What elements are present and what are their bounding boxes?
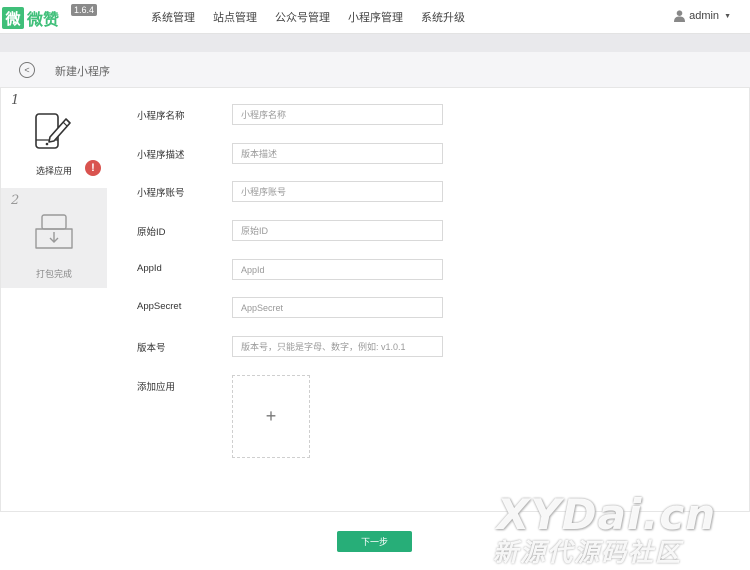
field-label: 版本号 xyxy=(137,343,166,354)
field-label: 小程序账号 xyxy=(137,188,185,199)
step-label: 打包完成 xyxy=(35,269,72,279)
main-panel: 1 选择应用 ! 2 打包完成 小程序名称 小程序名称 小程序描述 版本描述 小… xyxy=(0,88,750,512)
step-sidebar: 1 选择应用 ! 2 打包完成 xyxy=(1,88,108,288)
step-pointer xyxy=(100,130,108,146)
step-select-app[interactable]: 1 选择应用 ! xyxy=(1,88,108,188)
nav-item-mini-program[interactable]: 小程序管理 xyxy=(348,9,403,25)
field-label: 原始ID xyxy=(137,227,166,238)
step-package-done[interactable]: 2 打包完成 xyxy=(1,188,107,288)
back-button[interactable]: < xyxy=(19,62,35,78)
main-nav: 系统管理 站点管理 公众号管理 小程序管理 系统升级 xyxy=(151,0,483,34)
version-badge: 1.6.4 xyxy=(71,4,98,16)
appid-input[interactable] xyxy=(232,259,443,280)
original-id-input[interactable] xyxy=(232,220,443,241)
top-navbar: 微 微赞 1.6.4 系统管理 站点管理 公众号管理 小程序管理 系统升级 ad… xyxy=(0,0,750,34)
header-band xyxy=(0,34,750,52)
step-number: 1 xyxy=(11,93,20,108)
logo[interactable]: 微 微赞 xyxy=(2,7,59,29)
user-menu[interactable]: admin ▼ xyxy=(674,10,731,22)
package-download-icon xyxy=(35,214,73,249)
step-number: 2 xyxy=(11,193,20,208)
nav-item-upgrade[interactable]: 系统升级 xyxy=(421,9,465,25)
page-title: 新建小程序 xyxy=(55,66,110,78)
field-label: 添加应用 xyxy=(137,382,176,393)
mini-program-name-input[interactable] xyxy=(232,104,443,125)
nav-item-site[interactable]: 站点管理 xyxy=(213,9,257,25)
nav-item-official-account[interactable]: 公众号管理 xyxy=(275,9,330,25)
field-label: AppSecret xyxy=(137,301,182,312)
version-input[interactable] xyxy=(232,336,443,357)
user-icon xyxy=(674,10,686,22)
username: admin xyxy=(689,10,720,22)
title-bar: < 新建小程序 xyxy=(0,52,750,88)
chevron-down-icon: ▼ xyxy=(724,12,731,20)
watermark-text: 新源代源码社区 xyxy=(493,538,683,567)
watermark-domain: XYDai.cn xyxy=(497,490,717,539)
field-label: AppId xyxy=(137,263,162,274)
plus-icon: + xyxy=(265,406,277,426)
chevron-left-icon: < xyxy=(24,65,30,75)
account-input[interactable] xyxy=(232,181,443,202)
nav-item-system[interactable]: 系统管理 xyxy=(151,9,195,25)
next-step-button[interactable]: 下一步 xyxy=(337,531,412,552)
field-label: 小程序描述 xyxy=(137,150,185,161)
alert-icon: ! xyxy=(85,160,101,176)
appsecret-input[interactable] xyxy=(232,297,443,318)
phone-edit-icon xyxy=(35,113,71,149)
add-app-button[interactable]: + xyxy=(232,375,310,458)
description-input[interactable] xyxy=(232,143,443,164)
logo-text: 微赞 xyxy=(27,10,60,29)
field-label: 小程序名称 xyxy=(137,111,185,122)
logo-icon: 微 xyxy=(2,7,24,29)
